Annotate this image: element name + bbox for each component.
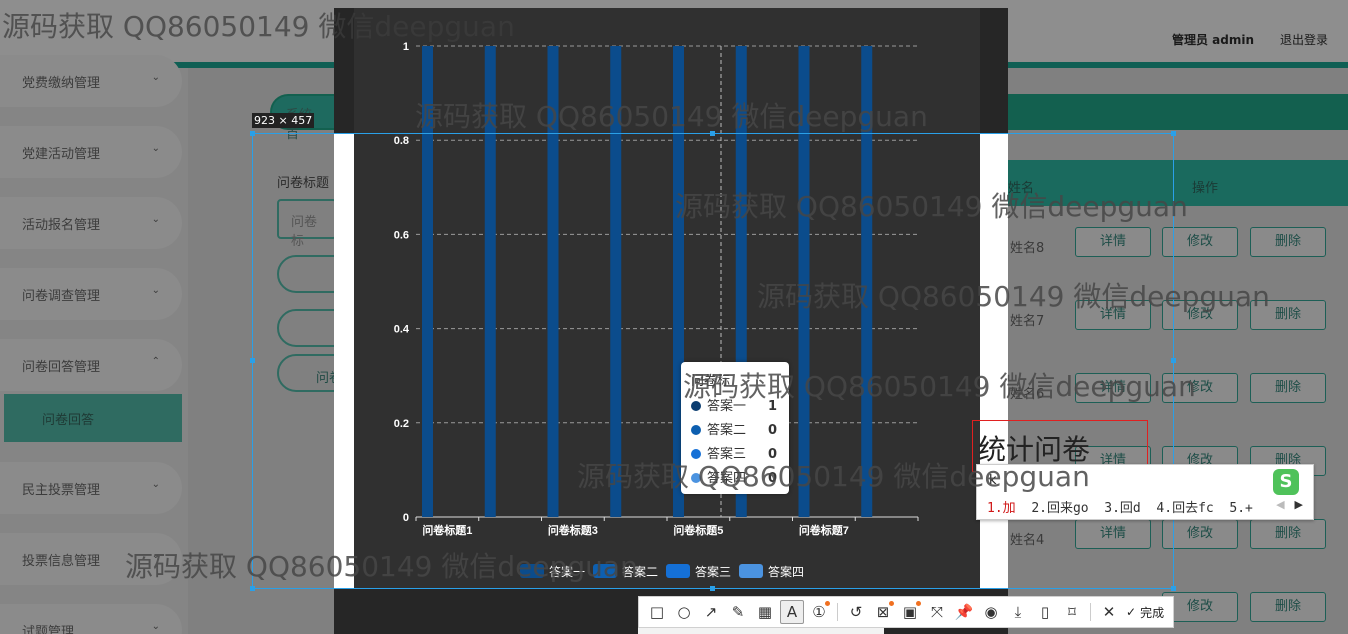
undo-icon[interactable]: ↺ (844, 600, 868, 624)
capture-selection[interactable] (252, 133, 1174, 589)
pin-icon[interactable]: 📌 (952, 600, 976, 624)
close-icon[interactable]: ✕ (1097, 600, 1121, 624)
y-tick-label: 1 (403, 41, 409, 53)
resize-handle[interactable] (1171, 131, 1176, 136)
capture-size-label: 923 × 457 (252, 113, 315, 128)
text-icon[interactable]: A (780, 600, 804, 624)
done-button[interactable]: ✓ 完成 (1126, 604, 1164, 621)
ime-prev-icon[interactable]: ◀ (1276, 498, 1284, 511)
phone-icon[interactable]: ▯ (1033, 600, 1057, 624)
ime-candidate[interactable]: 1.加 (987, 501, 1016, 516)
ime-candidates: 1.加 2.回来go 3.回d 4.回去fc 5.+ (987, 497, 1253, 516)
resize-handle[interactable] (1171, 358, 1176, 363)
arrow-icon[interactable]: ↗ (699, 600, 723, 624)
screen: 管理员 admin 退出登录 党费缴纳管理 ⌄ 党建活动管理 ⌄ 活动报名管理 ⌄ 问… (0, 0, 1348, 634)
ime-candidate[interactable]: 2.回来go (1031, 501, 1088, 516)
ime-candidate[interactable]: 3.回d (1104, 501, 1140, 516)
rectangle-icon[interactable]: □ (645, 600, 669, 624)
ellipse-icon[interactable]: ○ (672, 600, 696, 624)
record-icon[interactable]: ◉ (979, 600, 1003, 624)
capture-toolbar: □ ○ ↗ ✎ ▦ A ① ↺ ⊠ ▣ ⤧ 📌 ◉ ⤓ ▯ ⌑ ✕ ✓ 完成 (638, 596, 1174, 628)
toolbar-divider (837, 603, 838, 621)
check-icon: ✓ (1126, 605, 1137, 619)
resize-handle[interactable] (710, 131, 715, 136)
toolbar-subbar (638, 628, 884, 634)
new-dot (916, 601, 921, 606)
ime-candidate[interactable]: 5.+ (1229, 501, 1252, 516)
toolbar-divider (1090, 603, 1091, 621)
resize-handle[interactable] (250, 586, 255, 591)
long-capture-icon[interactable]: ⤧ (925, 600, 949, 624)
ime-page-arrows: ◀ ▶ (1276, 498, 1303, 511)
ocr-icon[interactable]: ▣ (898, 600, 922, 624)
resize-handle[interactable] (250, 131, 255, 136)
bookmark-icon[interactable]: ⌑ (1060, 600, 1084, 624)
ime-candidate[interactable]: 4.回去fc (1156, 501, 1213, 516)
shapes-icon[interactable]: ⊠ (871, 600, 895, 624)
text-annotation[interactable]: 统计问卷 (978, 428, 1090, 468)
resize-handle[interactable] (1171, 586, 1176, 591)
number-icon[interactable]: ① (807, 600, 831, 624)
mosaic-icon[interactable]: ▦ (753, 600, 777, 624)
ime-next-icon[interactable]: ▶ (1295, 498, 1303, 511)
new-dot (825, 601, 830, 606)
ime-candidate-panel: k S 1.加 2.回来go 3.回d 4.回去fc 5.+ ◀ ▶ (976, 464, 1314, 520)
resize-handle[interactable] (250, 358, 255, 363)
pen-icon[interactable]: ✎ (726, 600, 750, 624)
save-icon[interactable]: ⤓ (1006, 600, 1030, 624)
ime-composition: k (989, 473, 997, 488)
done-label: 完成 (1140, 605, 1165, 620)
ime-logo: S (1273, 469, 1299, 495)
new-dot (889, 601, 894, 606)
resize-handle[interactable] (710, 586, 715, 591)
